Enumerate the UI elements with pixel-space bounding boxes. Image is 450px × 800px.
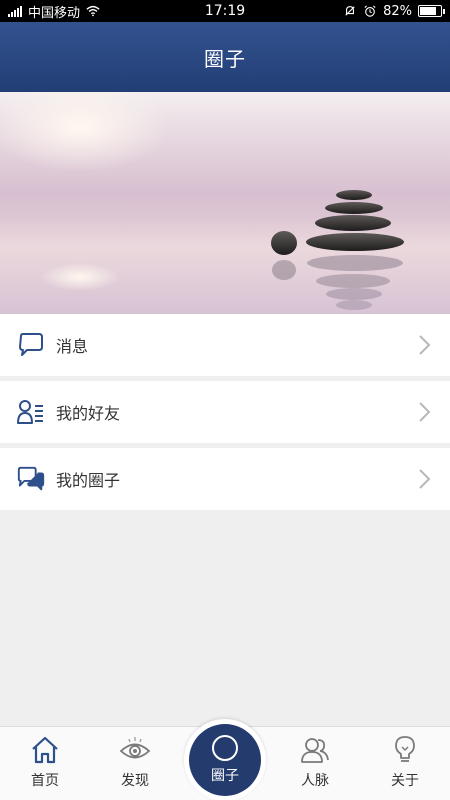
menu-item-label: 我的好友 xyxy=(56,404,121,423)
contacts-list-icon xyxy=(16,397,46,427)
banner-image xyxy=(0,92,450,314)
carrier-label: 中国移动 xyxy=(28,5,81,21)
menu-item-messages[interactable]: 消息 xyxy=(0,314,450,376)
status-right: 82% xyxy=(343,3,445,19)
nav-label: 人脉 xyxy=(301,773,329,789)
zen-stones-illustration xyxy=(0,92,450,314)
menu-item-friends[interactable]: 我的好友 xyxy=(0,381,450,443)
chevron-right-icon xyxy=(419,335,431,355)
status-time: 17:19 xyxy=(204,3,246,19)
battery-fill xyxy=(420,7,437,15)
bell-mute-icon xyxy=(345,6,355,16)
nav-circles[interactable]: 圈子 xyxy=(184,719,266,800)
status-left: 中国移动 xyxy=(8,2,100,21)
menu-item-label: 消息 xyxy=(56,337,89,356)
menu-list: 消息 我的好友 我的圈子 xyxy=(0,314,450,515)
battery-icon xyxy=(418,5,445,17)
nav-about[interactable]: 关于 xyxy=(360,727,450,800)
home-icon xyxy=(32,736,58,764)
bottom-nav: 首页 发现 人脉 关于 圈子 xyxy=(0,719,450,800)
eye-icon xyxy=(119,737,151,759)
chat-bubble-icon xyxy=(16,330,46,360)
wifi-icon xyxy=(86,5,100,17)
nav-label: 首页 xyxy=(31,773,59,789)
chevron-right-icon xyxy=(419,469,431,489)
page-title: 圈子 xyxy=(204,46,246,71)
nav-circles-button[interactable]: 圈子 xyxy=(189,724,261,796)
nav-discover[interactable]: 发现 xyxy=(90,727,180,800)
nav-label: 发现 xyxy=(121,773,149,789)
menu-item-label: 我的圈子 xyxy=(56,471,121,490)
battery-percent: 82% xyxy=(383,3,412,19)
menu-item-my-circles[interactable]: 我的圈子 xyxy=(0,448,450,510)
lightbulb-icon xyxy=(395,736,415,762)
people-icon xyxy=(301,738,329,763)
signal-icon xyxy=(8,5,22,17)
nav-home[interactable]: 首页 xyxy=(0,727,90,800)
app-header: 圈子 xyxy=(0,22,450,92)
chevron-right-icon xyxy=(419,402,431,422)
status-bar: 中国移动 17:19 82% xyxy=(0,0,450,22)
group-chat-icon xyxy=(16,464,46,494)
nav-label: 圈子 xyxy=(211,768,239,784)
nav-label: 关于 xyxy=(391,773,419,789)
circle-icon xyxy=(212,735,238,761)
alarm-icon xyxy=(364,5,376,17)
nav-contacts[interactable]: 人脉 xyxy=(270,727,360,800)
